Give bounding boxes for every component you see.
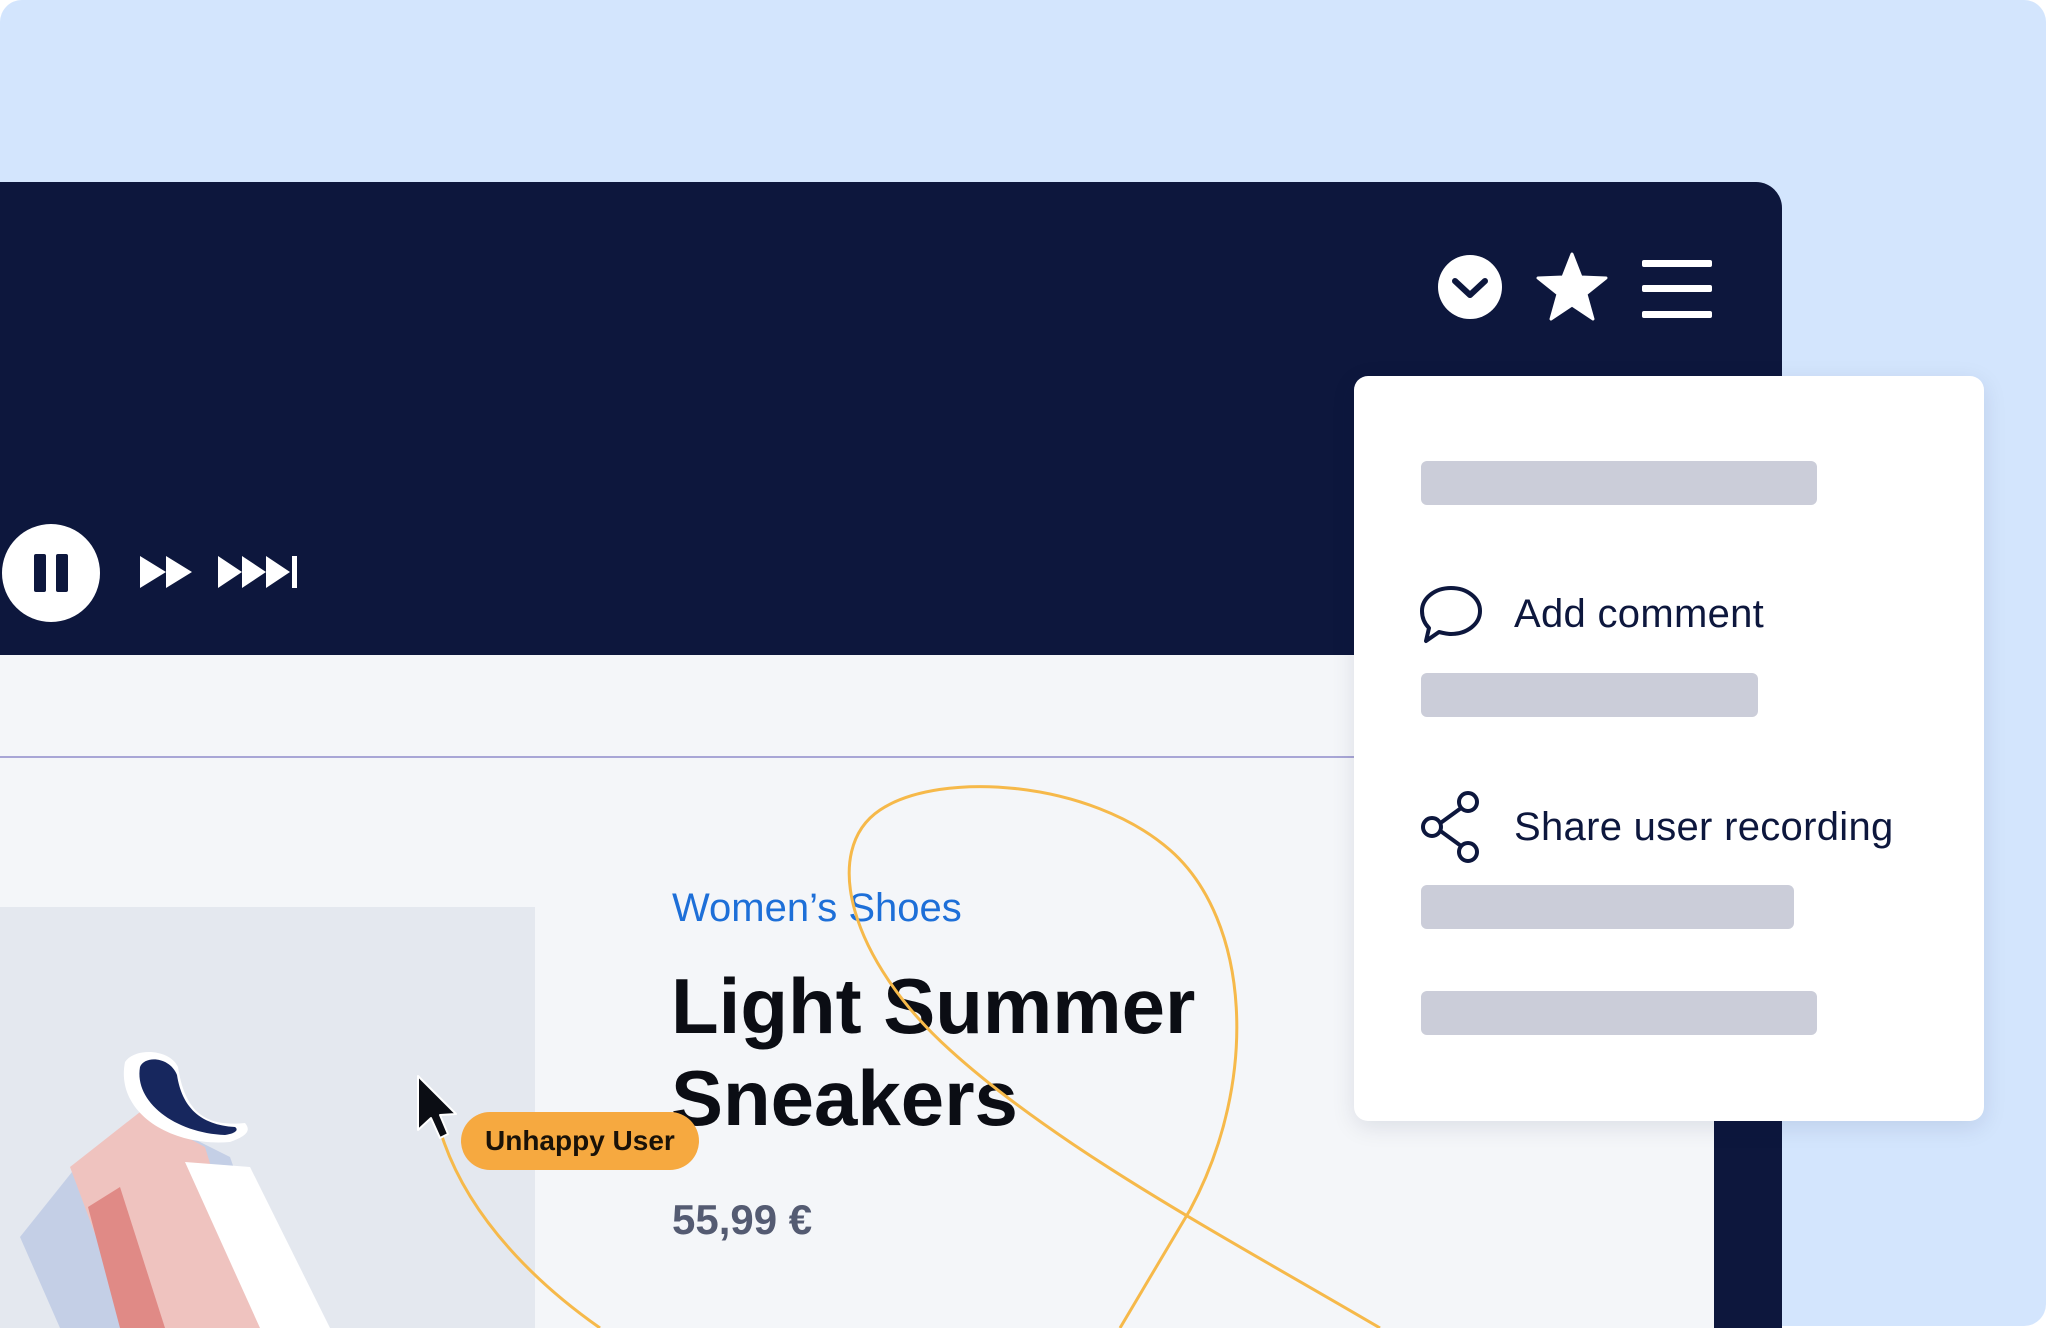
- product-title: Light Summer Sneakers: [671, 962, 1196, 1142]
- hamburger-menu-icon[interactable]: [1642, 258, 1712, 320]
- chevron-down-circle-icon[interactable]: [1437, 254, 1503, 320]
- sneaker-illustration: [20, 1051, 330, 1328]
- product-image: [0, 907, 535, 1328]
- unhappy-user-badge: Unhappy User: [461, 1112, 699, 1170]
- product-category-link[interactable]: Women’s Shoes: [672, 886, 962, 931]
- skip-forward-icon[interactable]: [216, 552, 300, 592]
- share-recording-menu-item[interactable]: Share user recording: [1418, 791, 1894, 863]
- star-icon[interactable]: [1536, 252, 1608, 322]
- add-comment-menu-item[interactable]: Add comment: [1418, 582, 1764, 646]
- pause-button[interactable]: [2, 524, 100, 622]
- divider: [0, 756, 1400, 758]
- menu-item-label: Add comment: [1514, 591, 1765, 636]
- skeleton-line: [1421, 885, 1794, 929]
- skeleton-line: [1421, 461, 1817, 505]
- menu-item-label: Share user recording: [1514, 804, 1894, 849]
- skeleton-line: [1421, 991, 1817, 1035]
- fast-forward-icon[interactable]: [138, 552, 196, 592]
- product-price: 55,99 €: [672, 1196, 813, 1243]
- pause-icon: [34, 554, 46, 592]
- share-icon: [1421, 791, 1479, 863]
- options-dropdown: Add comment Share user recording: [1354, 376, 1984, 1121]
- skeleton-line: [1421, 673, 1758, 717]
- comment-icon: [1420, 586, 1482, 643]
